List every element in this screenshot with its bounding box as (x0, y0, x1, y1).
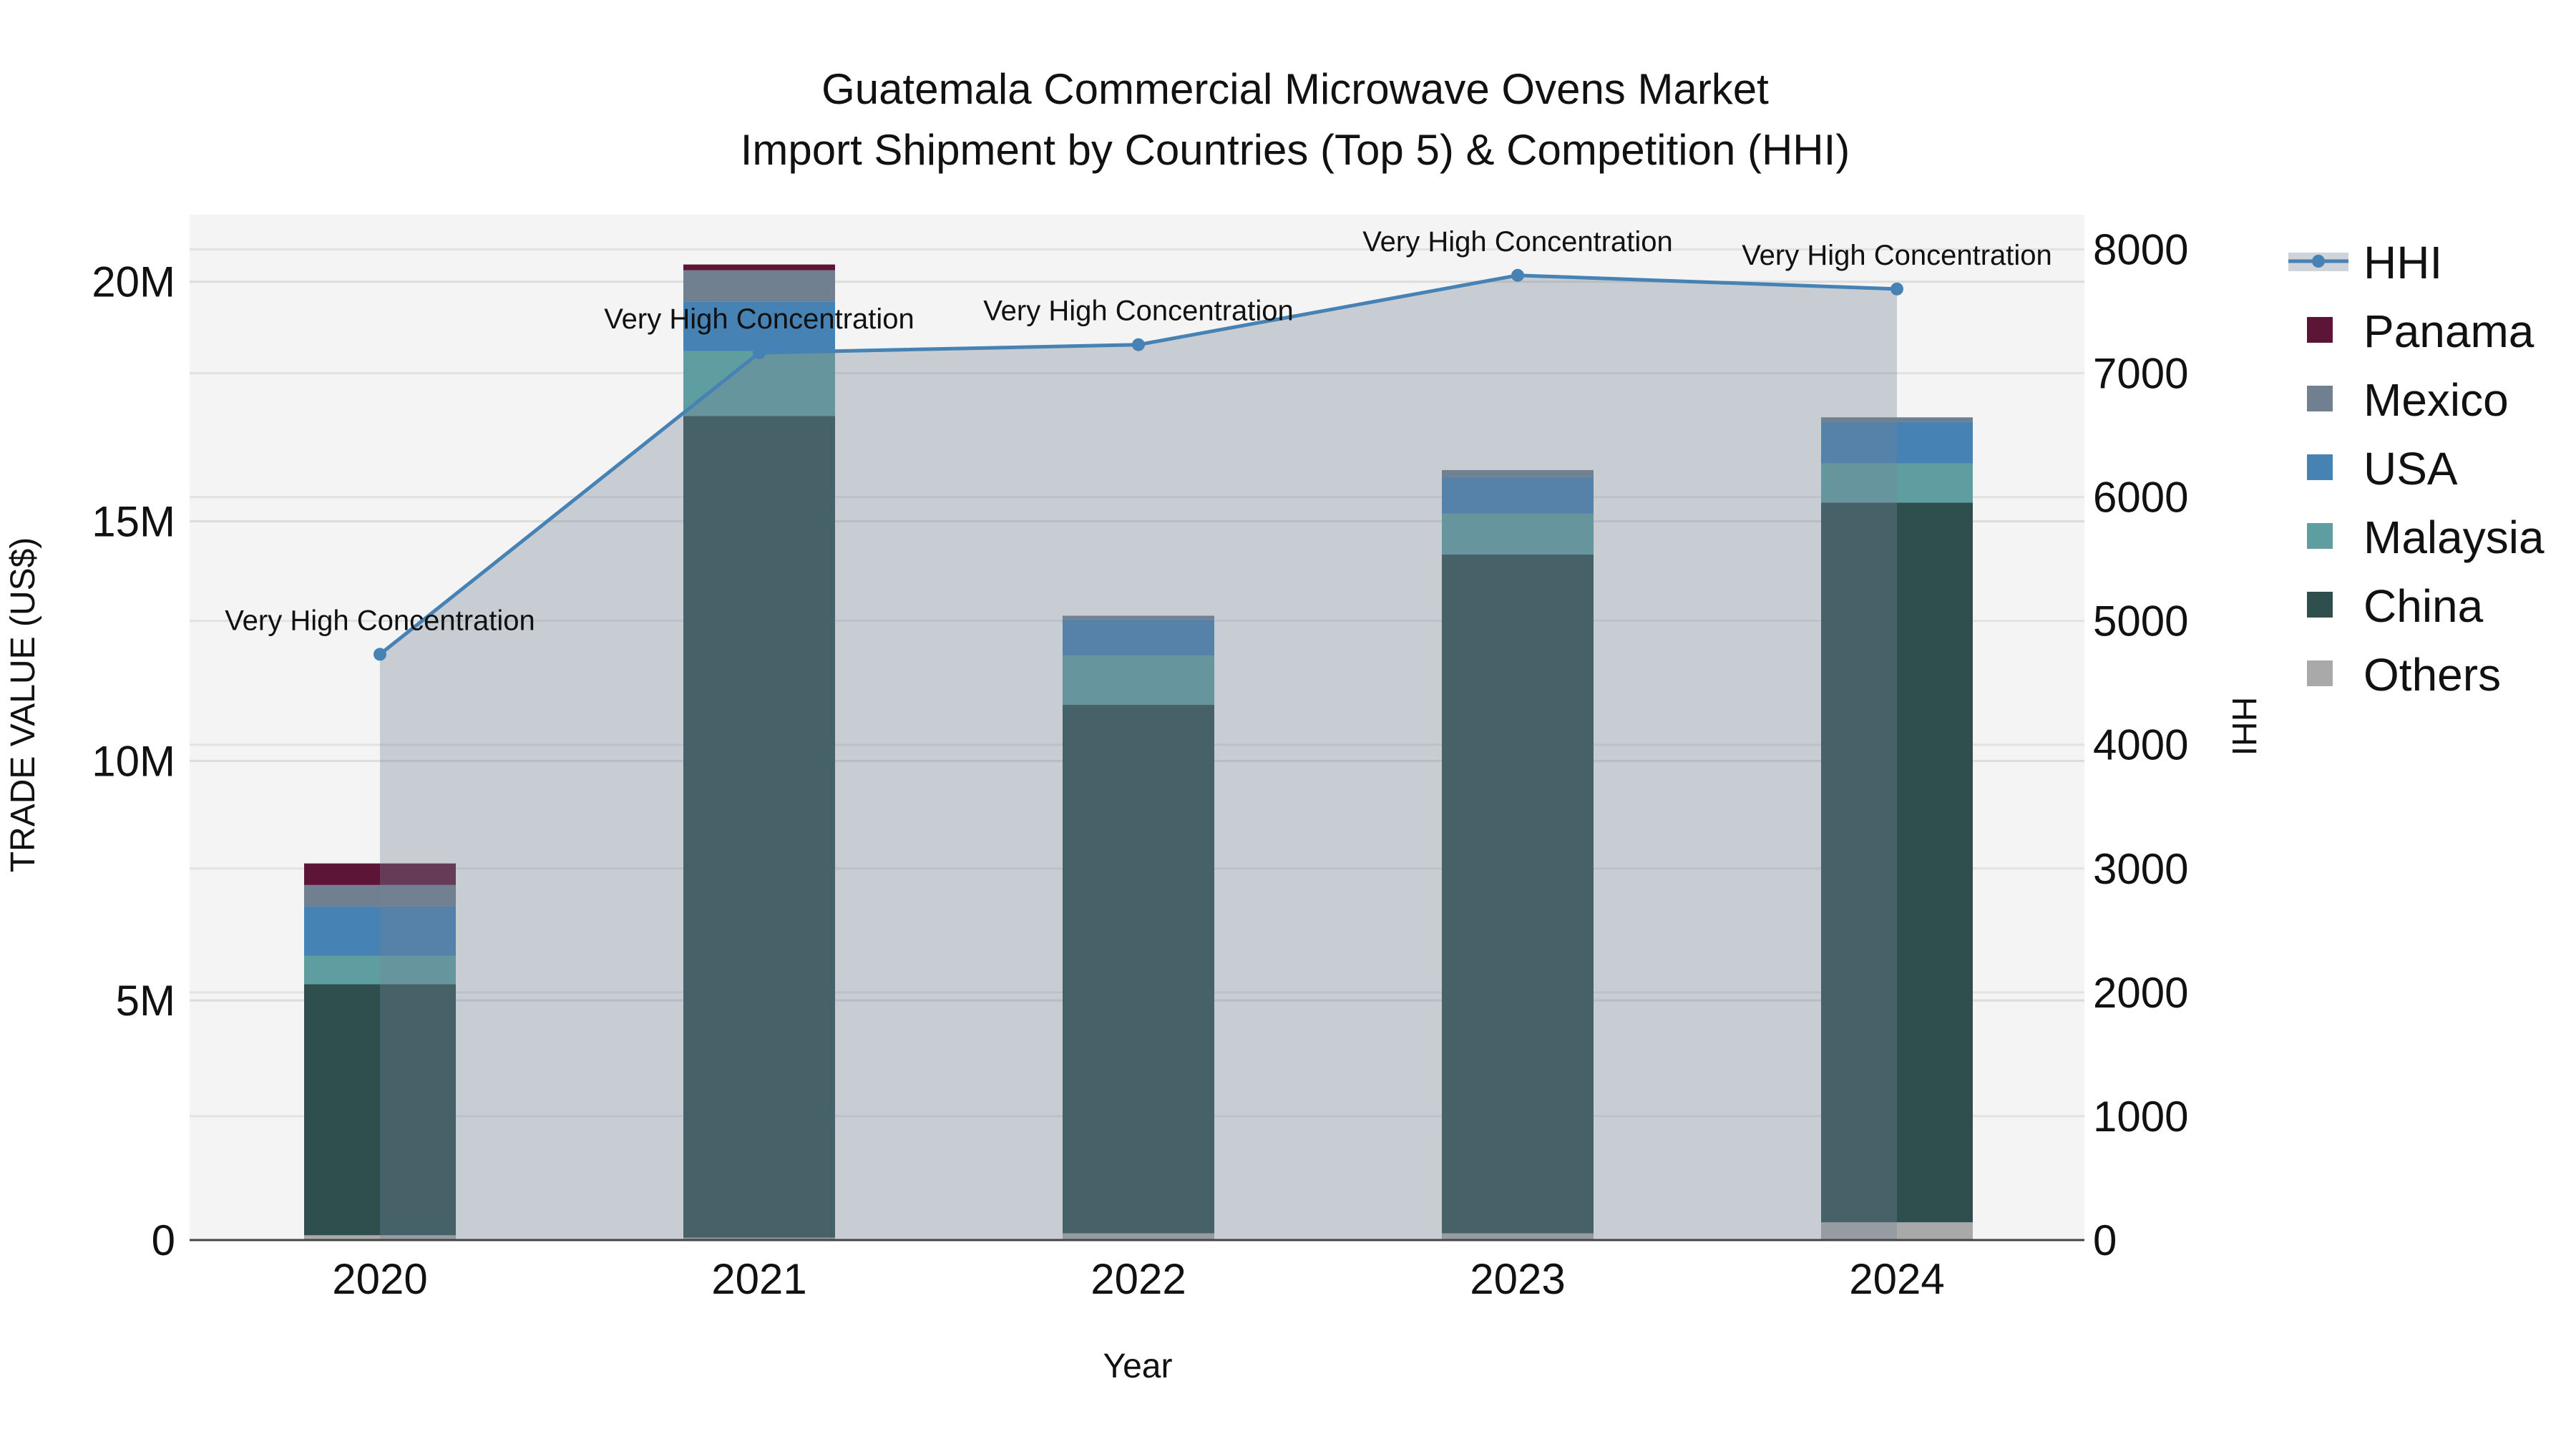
y2-tick-label: 3000 (2093, 845, 2188, 893)
y-tick-label: 5M (116, 977, 175, 1025)
legend-item-mexico: Mexico (2307, 374, 2509, 426)
legend-item-panama: Panama (2307, 306, 2534, 357)
legend-item-usa: USA (2307, 443, 2458, 494)
x-tick-label: 2020 (332, 1255, 427, 1303)
y-axis-title: TRADE VALUE (US$) (4, 537, 42, 873)
x-tick-label: 2023 (1470, 1255, 1565, 1303)
chart-title-line2: Import Shipment by Countries (Top 5) & C… (741, 126, 1850, 174)
legend-swatch (2307, 386, 2333, 411)
y-tick-label: 15M (92, 498, 175, 546)
chart-title-line1: Guatemala Commercial Microwave Ovens Mar… (821, 65, 1769, 113)
hhi-point-2020 (374, 648, 386, 661)
legend-swatch (2307, 523, 2333, 549)
bar-mexico-2021 (683, 270, 835, 302)
x-axis-title: Year (1103, 1347, 1173, 1385)
x-tick-label: 2024 (1849, 1255, 1944, 1303)
y-tick-label: 10M (92, 737, 175, 785)
x-tick-label: 2022 (1091, 1255, 1186, 1303)
hhi-point-2022 (1132, 338, 1145, 351)
y2-axis-title: HHI (2225, 697, 2263, 756)
y2-tick-label: 5000 (2093, 597, 2188, 645)
hhi-annotation: Very High Concentration (983, 296, 1294, 327)
y2-tick-label: 2000 (2093, 969, 2188, 1017)
hhi-annotation: Very High Concentration (1742, 240, 2052, 271)
legend-swatch (2307, 454, 2333, 480)
hhi-point-2023 (1511, 268, 1524, 282)
legend-item-malaysia: Malaysia (2307, 512, 2545, 563)
hhi-annotation: Very High Concentration (604, 303, 914, 335)
hhi-point-2024 (1890, 282, 1903, 296)
legend-label: USA (2363, 443, 2458, 494)
legend-label: HHI (2363, 237, 2442, 288)
legend-label: China (2363, 580, 2484, 632)
y-tick-label: 20M (92, 258, 175, 306)
legend-item-others: Others (2307, 649, 2501, 701)
legend-swatch (2307, 592, 2333, 618)
legend-swatch (2307, 660, 2333, 686)
chart: Very High Concentration Very High Concent… (4, 65, 2545, 1385)
legend-label: Others (2363, 649, 2501, 701)
hhi-annotation: Very High Concentration (225, 605, 535, 636)
legend-item-hhi: HHI (2288, 237, 2442, 288)
bar-panama-2021 (683, 264, 835, 270)
legend-label: Panama (2363, 306, 2534, 357)
y2-tick-label: 4000 (2093, 721, 2188, 769)
legend-label: Mexico (2363, 374, 2509, 426)
legend-hhi-marker (2312, 255, 2325, 268)
y2-tick-label: 6000 (2093, 474, 2188, 522)
hhi-annotation: Very High Concentration (1362, 226, 1673, 258)
legend-label: Malaysia (2363, 512, 2545, 563)
y2-tick-label: 7000 (2093, 350, 2188, 398)
legend-swatch (2307, 317, 2333, 343)
legend-item-china: China (2307, 580, 2484, 632)
y2-tick-label: 8000 (2093, 225, 2188, 273)
x-tick-label: 2021 (711, 1255, 806, 1303)
y2-tick-label: 0 (2093, 1216, 2117, 1264)
hhi-point-2021 (753, 346, 766, 359)
y-tick-label: 0 (152, 1216, 175, 1264)
y2-tick-label: 1000 (2093, 1093, 2188, 1141)
